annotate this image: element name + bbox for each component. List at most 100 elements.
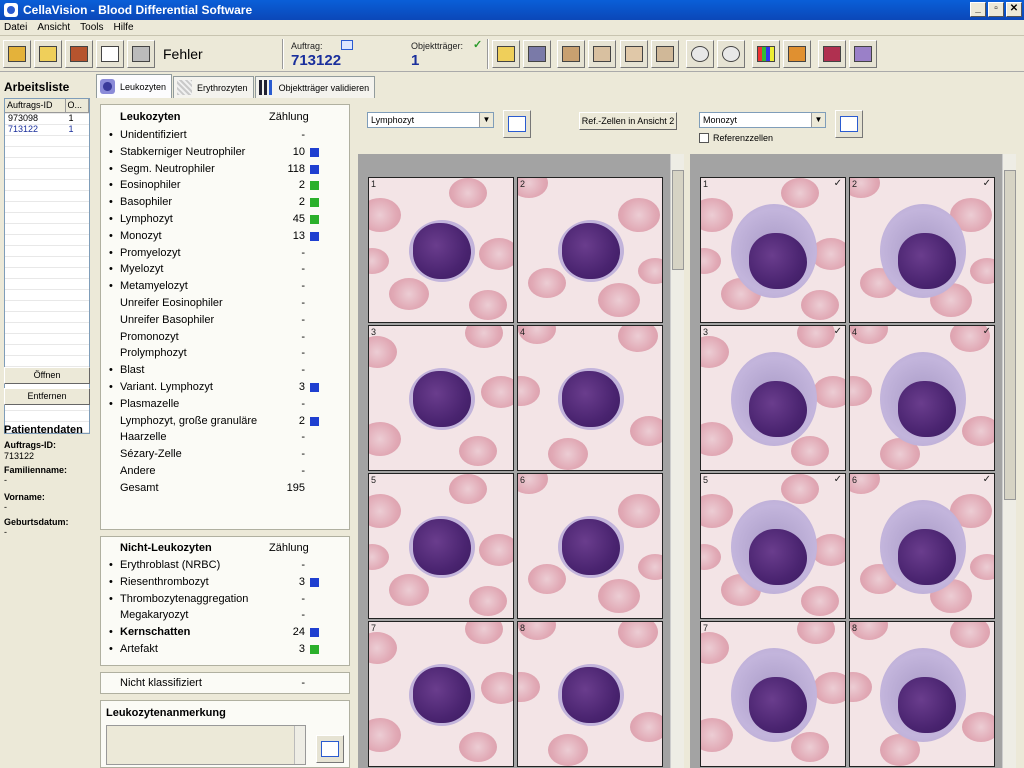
exclude-cell-button[interactable] — [849, 40, 877, 68]
open-folder-button[interactable] — [34, 40, 62, 68]
worklist-header-o[interactable]: O... — [66, 99, 89, 112]
list-item[interactable]: Megakaryozyt - — [109, 607, 321, 624]
table-row[interactable]: 713122 1 — [5, 124, 89, 135]
color-settings-button[interactable] — [752, 40, 780, 68]
edit-note-button[interactable] — [316, 735, 344, 763]
menu-datei[interactable]: Datei — [4, 22, 27, 33]
cell-thumbnail[interactable]: 3 — [368, 325, 514, 471]
list-item[interactable]: • Riesenthrombozyt 3 — [109, 574, 321, 591]
erythrocyte-shape — [701, 248, 721, 274]
cell-thumbnail[interactable]: 2 ✓ — [849, 177, 995, 323]
list-item[interactable]: • Monozyt 13 — [109, 228, 321, 245]
list-item[interactable]: • Erythroblast (NRBC) - — [109, 557, 321, 574]
gallery-scrollbar-right[interactable] — [1002, 154, 1016, 768]
list-item[interactable]: • Thrombozytenaggregation - — [109, 591, 321, 608]
list-item[interactable]: Gesamt 195 — [109, 480, 321, 497]
list-item[interactable]: Nicht klassifiziert - — [109, 675, 321, 692]
referenzzellen-checkbox[interactable] — [699, 133, 709, 143]
list-item[interactable]: Andere - — [109, 463, 321, 480]
cell-thumbnail[interactable]: 8 — [517, 621, 663, 767]
list-item[interactable]: • Basophiler 2 — [109, 194, 321, 211]
cell-thumbnail[interactable]: 4 — [517, 325, 663, 471]
cell-thumbnail[interactable]: 1 — [368, 177, 514, 323]
select-value: Monozyt — [703, 115, 738, 125]
tab-leukozyten[interactable]: Leukozyten — [96, 74, 173, 98]
anmerkung-scrollbar[interactable] — [294, 726, 305, 764]
ref-cells-button[interactable]: Ref.-Zellen in Ansicht 2 — [579, 112, 677, 130]
cell-thumbnail[interactable]: 6 ✓ — [849, 473, 995, 619]
cell-thumbnail[interactable]: 7 — [700, 621, 846, 767]
list-item[interactable]: Unreifer Eosinophiler - — [109, 295, 321, 312]
scan-button[interactable] — [523, 40, 551, 68]
zoom-in-button[interactable] — [686, 40, 714, 68]
multi-view-button[interactable] — [651, 40, 679, 68]
cell-number: 4 — [520, 327, 526, 337]
cell-thumbnail[interactable]: 5 ✓ — [700, 473, 846, 619]
single-view-button[interactable] — [557, 40, 585, 68]
cell-thumbnail[interactable]: 2 — [517, 177, 663, 323]
list-item[interactable]: Prolymphozyt - — [109, 345, 321, 362]
auftrag-edit-icon[interactable] — [341, 40, 353, 50]
menu-tools[interactable]: Tools — [80, 22, 103, 33]
list-item[interactable]: • Promyelozyt - — [109, 245, 321, 262]
cell-class-name: Segm. Neutrophiler — [120, 162, 215, 175]
report-button[interactable] — [96, 40, 124, 68]
classify-button-right[interactable] — [835, 110, 863, 138]
list-item[interactable]: • Kernschatten 24 — [109, 624, 321, 641]
menu-hilfe[interactable]: Hilfe — [114, 22, 134, 33]
cell-number: 3 — [703, 327, 709, 337]
anmerkung-textarea[interactable] — [106, 725, 306, 765]
cell-thumbnail[interactable]: 1 ✓ — [700, 177, 846, 323]
table-row[interactable]: 973098 1 — [5, 113, 89, 124]
open-button[interactable]: Öffnen — [4, 367, 90, 384]
add-slide-button[interactable] — [492, 40, 520, 68]
remove-button[interactable]: Entfernen — [4, 388, 90, 405]
list-item[interactable]: • Unidentifiziert - — [109, 127, 321, 144]
list-item[interactable]: • Variant. Lymphozyt 3 — [109, 379, 321, 396]
cell-thumbnail[interactable]: 6 — [517, 473, 663, 619]
list-item[interactable]: • Eosinophiler 2 — [109, 177, 321, 194]
cell-thumbnail[interactable]: 5 — [368, 473, 514, 619]
erythrocyte-shape — [369, 494, 401, 528]
tab-erythrozyten[interactable]: Erythrozyten — [173, 76, 254, 98]
list-item[interactable]: • Lymphozyt 45 — [109, 211, 321, 228]
print-button[interactable] — [127, 40, 155, 68]
list-item[interactable]: Unreifer Basophiler - — [109, 312, 321, 329]
list-item[interactable]: Haarzelle - — [109, 429, 321, 446]
classify-button-left[interactable] — [503, 110, 531, 138]
cell-type-select-right[interactable]: Monozyt ▼ — [699, 112, 826, 128]
cell-thumbnail[interactable]: 3 ✓ — [700, 325, 846, 471]
list-item[interactable]: • Myelozyt - — [109, 261, 321, 278]
split-view-button[interactable] — [620, 40, 648, 68]
grid-view-button[interactable] — [588, 40, 616, 68]
list-item[interactable]: • Metamyelozyt - — [109, 278, 321, 295]
save-button[interactable] — [3, 40, 31, 68]
cell-thumbnail[interactable]: 4 ✓ — [849, 325, 995, 471]
list-item[interactable]: • Plasmazelle - — [109, 396, 321, 413]
worklist-header-id[interactable]: Auftrags-ID — [5, 99, 66, 112]
tab-objekttraeger-validieren[interactable]: Objektträger validieren — [254, 76, 376, 98]
cell-number: 2 — [520, 179, 526, 189]
list-item[interactable]: Promonozyt - — [109, 329, 321, 346]
zoom-out-button[interactable] — [717, 40, 745, 68]
list-item[interactable]: • Blast - — [109, 362, 321, 379]
restore-button[interactable]: ▫ — [988, 2, 1004, 17]
worklist-button[interactable] — [65, 40, 93, 68]
cell-info-button[interactable] — [818, 40, 846, 68]
close-button[interactable]: ✕ — [1006, 2, 1022, 17]
list-item[interactable]: • Segm. Neutrophiler 118 — [109, 161, 321, 178]
minimize-button[interactable]: _ — [970, 2, 986, 17]
list-item[interactable]: Lymphozyt, große granuläre 2 — [109, 413, 321, 430]
cell-thumbnail[interactable]: 7 — [368, 621, 514, 767]
title-bar[interactable]: CellaVision - Blood Differential Softwar… — [0, 0, 1024, 20]
scroll-thumb[interactable] — [672, 170, 684, 270]
list-item[interactable]: • Stabkerniger Neutrophiler 10 — [109, 144, 321, 161]
cell-type-select-left[interactable]: Lymphozyt ▼ — [367, 112, 494, 128]
list-item[interactable]: • Artefakt 3 — [109, 641, 321, 658]
scroll-thumb[interactable] — [1004, 170, 1016, 500]
menu-ansicht[interactable]: Ansicht — [37, 22, 70, 33]
list-item[interactable]: Sézary-Zelle - — [109, 446, 321, 463]
cell-thumbnail[interactable]: 8 — [849, 621, 995, 767]
gallery-scrollbar-left[interactable] — [670, 154, 684, 768]
image-adjust-button[interactable] — [783, 40, 811, 68]
